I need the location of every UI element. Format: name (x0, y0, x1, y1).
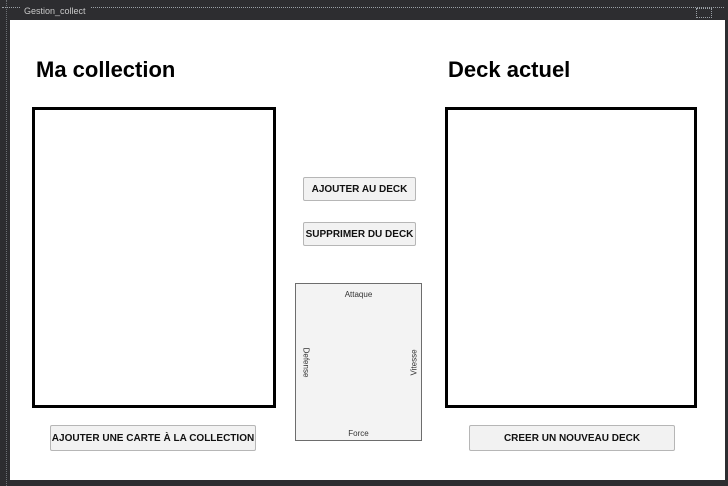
window-left-edge (0, 0, 7, 486)
card-defense-label: Defense (301, 347, 311, 378)
window-title: Gestion_collect (20, 5, 90, 17)
card-attack-label: Attaque (344, 290, 373, 299)
window-content: Ma collection Deck actuel AJOUTER AU DEC… (10, 20, 725, 480)
add-card-to-collection-button[interactable]: AJOUTER UNE CARTE À LA COLLECTION (50, 425, 256, 451)
create-new-deck-button[interactable]: CREER UN NOUVEAU DECK (469, 425, 675, 451)
add-to-deck-button[interactable]: AJOUTER AU DECK (303, 177, 416, 201)
deck-heading: Deck actuel (448, 57, 571, 82)
deck-list[interactable] (445, 107, 697, 408)
card-strength-label: Force (348, 429, 369, 438)
titlebar-dotted-line (2, 7, 724, 8)
titlebar-marker (696, 8, 712, 18)
collection-list[interactable] (32, 107, 276, 408)
card-speed-label: Vitesse (409, 349, 419, 376)
card-preview: Attaque Defense Vitesse Force (295, 283, 422, 441)
collection-heading: Ma collection (36, 57, 176, 82)
window-titlebar[interactable]: Gestion_collect (0, 0, 728, 20)
remove-from-deck-button[interactable]: SUPPRIMER DU DECK (303, 222, 416, 246)
